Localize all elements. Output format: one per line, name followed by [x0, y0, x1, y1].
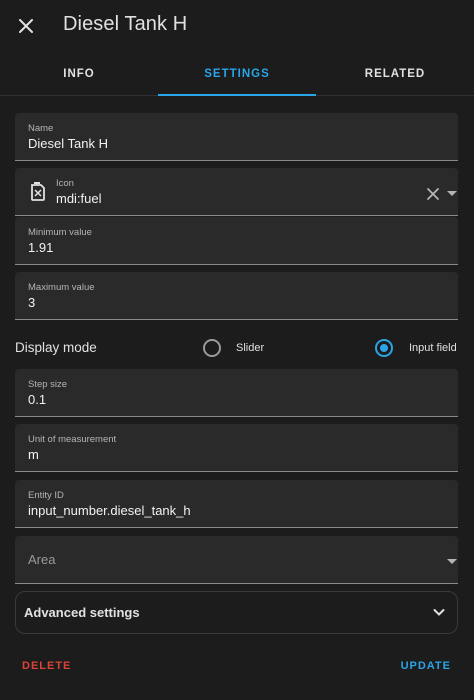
tab-related[interactable]: RELATED: [316, 52, 474, 95]
name-field[interactable]: Name Diesel Tank H: [15, 113, 458, 161]
tab-bar: INFO SETTINGS RELATED: [0, 52, 474, 96]
close-button[interactable]: [14, 14, 38, 38]
step-size-value: 0.1: [28, 392, 47, 407]
input-field-radio-label[interactable]: Input field: [409, 342, 457, 354]
dialog-title: Diesel Tank H: [63, 13, 188, 35]
clear-icon[interactable]: [426, 187, 440, 201]
unit-of-measurement-field[interactable]: Unit of measurement m: [15, 424, 458, 472]
fuel-icon: [31, 182, 45, 201]
icon-picker-field[interactable]: Icon mdi:fuel: [15, 168, 458, 216]
close-icon: [19, 19, 33, 33]
step-size-label: Step size: [28, 379, 68, 390]
slider-radio[interactable]: [203, 339, 221, 357]
maximum-value-value: 3: [28, 295, 36, 310]
minimum-value-field[interactable]: Minimum value 1.91: [15, 217, 458, 265]
display-mode-label: Display mode: [15, 340, 97, 355]
entity-id-field[interactable]: Entity ID input_number.diesel_tank_h: [15, 480, 458, 528]
slider-radio-label[interactable]: Slider: [236, 342, 264, 354]
advanced-settings-expander[interactable]: Advanced settings: [15, 591, 458, 634]
area-placeholder: Area: [28, 552, 56, 567]
dropdown-arrow-icon[interactable]: [446, 190, 458, 198]
update-button[interactable]: UPDATE: [401, 660, 451, 672]
name-label: Name: [28, 123, 54, 134]
entity-id-value: input_number.diesel_tank_h: [28, 503, 191, 518]
dialog-header: Diesel Tank H: [0, 0, 474, 52]
maximum-value-label: Maximum value: [28, 282, 95, 293]
name-value: Diesel Tank H: [28, 136, 108, 151]
chevron-down-icon: [433, 609, 445, 616]
delete-button[interactable]: DELETE: [22, 660, 71, 672]
step-size-field[interactable]: Step size 0.1: [15, 369, 458, 417]
advanced-settings-label: Advanced settings: [24, 605, 140, 620]
entity-id-label: Entity ID: [28, 490, 64, 501]
minimum-value-label: Minimum value: [28, 227, 92, 238]
minimum-value-value: 1.91: [28, 240, 54, 255]
tab-info[interactable]: INFO: [0, 52, 158, 95]
icon-value: mdi:fuel: [56, 191, 102, 206]
unit-value: m: [28, 447, 39, 462]
unit-label: Unit of measurement: [28, 434, 117, 445]
input-field-radio[interactable]: [375, 339, 393, 357]
tab-settings[interactable]: SETTINGS: [158, 52, 316, 96]
display-mode-row: Display mode Slider Input field: [15, 336, 458, 362]
maximum-value-field[interactable]: Maximum value 3: [15, 272, 458, 320]
area-select[interactable]: Area: [15, 536, 458, 584]
dropdown-arrow-icon: [447, 559, 457, 564]
icon-label: Icon: [56, 178, 74, 189]
